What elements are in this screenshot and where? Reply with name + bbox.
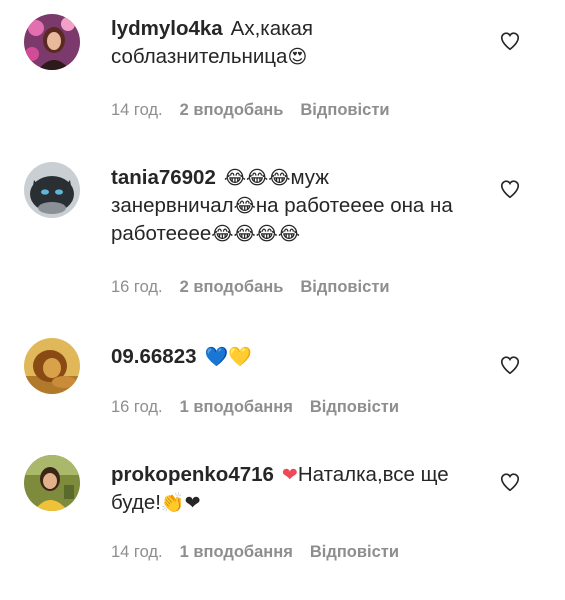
tears-of-joy-emoji-icon: 😂😂😂	[223, 167, 291, 189]
comment-username[interactable]: prokopenko4716	[111, 463, 274, 486]
reply-button[interactable]: Відповісти	[310, 398, 399, 417]
heart-outline-icon[interactable]	[499, 471, 521, 493]
comment-username[interactable]: tania76902	[111, 166, 216, 189]
comment-likes-count[interactable]: 1 вподобання	[180, 398, 293, 417]
comment-meta: 16 год. 2 вподобань Відповісти	[111, 278, 390, 297]
comment-item: 09.66823 💙💛 16 год. 1 вподобання Відповіс…	[0, 330, 565, 445]
comment-text: prokopenko4716 ❤Наталка,все ще буде!👏❤	[111, 461, 451, 517]
comment-text: 09.66823 💙💛	[111, 343, 481, 371]
tears-of-joy-emoji-icon: 😂	[233, 195, 256, 217]
comment-text: tania76902 😂😂😂муж занервничал😂на работеее…	[111, 164, 456, 248]
tears-of-joy-emoji-icon: 😂😂😂😂	[211, 223, 301, 245]
comment-time: 14 год.	[111, 543, 163, 561]
heart-outline-icon[interactable]	[499, 178, 521, 200]
heart-eyes-emoji-icon: 😍	[287, 46, 308, 68]
reply-button[interactable]: Відповісти	[300, 101, 389, 120]
comment-username[interactable]: lydmylo4ka	[111, 17, 223, 40]
reply-button[interactable]: Відповісти	[300, 278, 389, 297]
avatar[interactable]	[24, 14, 80, 70]
comment-time: 14 год.	[111, 101, 163, 119]
comment-text: lydmylo4ka Ах,какая соблазнительница😍	[111, 15, 481, 71]
comment-meta: 14 год. 1 вподобання Відповісти	[111, 543, 399, 562]
comment-item: tania76902 😂😂😂муж занервничал😂на работеее…	[0, 150, 565, 330]
comment-meta: 16 год. 1 вподобання Відповісти	[111, 398, 399, 417]
reply-button[interactable]: Відповісти	[310, 543, 399, 562]
heart-outline-icon[interactable]	[499, 30, 521, 52]
comment-username[interactable]: 09.66823	[111, 345, 197, 368]
comment-likes-count[interactable]: 2 вподобань	[180, 101, 284, 120]
avatar[interactable]	[24, 162, 80, 218]
heart-outline-icon[interactable]	[499, 354, 521, 376]
comment-likes-count[interactable]: 1 вподобання	[180, 543, 293, 562]
comment-likes-count[interactable]: 2 вподобань	[180, 278, 284, 297]
clapping-hands-heart-emoji-icon: 👏❤	[160, 492, 201, 514]
comment-item: lydmylo4ka Ах,какая соблазнительница😍 14 …	[0, 0, 565, 150]
avatar[interactable]	[24, 455, 80, 511]
comment-item: prokopenko4716 ❤Наталка,все ще буде!👏❤ 14…	[0, 445, 565, 600]
comment-time: 16 год.	[111, 398, 163, 416]
comment-meta: 14 год. 2 вподобань Відповісти	[111, 101, 390, 120]
blue-yellow-heart-emoji-icon: 💙💛	[204, 346, 252, 368]
comment-time: 16 год.	[111, 278, 163, 296]
avatar[interactable]	[24, 338, 80, 394]
red-heart-emoji-icon: ❤	[281, 464, 298, 486]
